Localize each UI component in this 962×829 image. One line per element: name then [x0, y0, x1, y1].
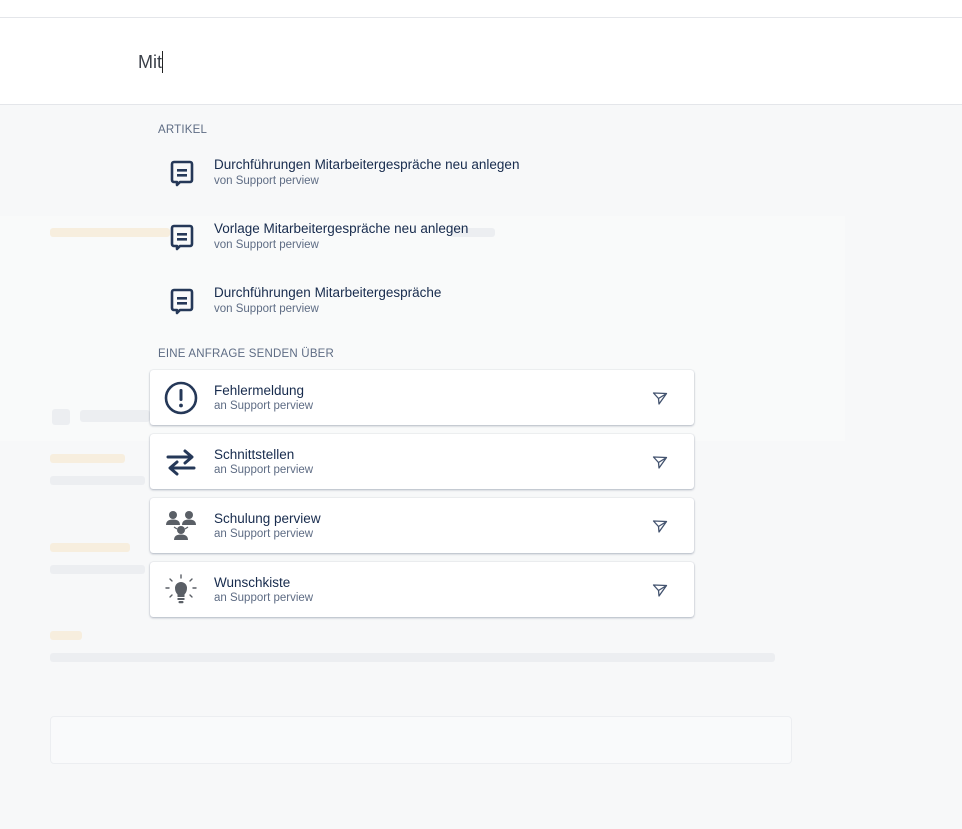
- request-type-recipient: an Support perview: [214, 464, 314, 476]
- article-item[interactable]: Durchführungen Mitarbeitergespräche neu …: [158, 148, 578, 200]
- request-type-title: Schnittstellen: [214, 447, 295, 462]
- article-author: von Support perview: [214, 175, 319, 187]
- text-caret: [162, 51, 163, 73]
- background-text: [50, 565, 145, 574]
- request-type-title: Wunschkiste: [214, 575, 291, 590]
- send-icon: [652, 456, 668, 469]
- request-type-recipient: an Support perview: [214, 528, 314, 540]
- article-author: von Support perview: [214, 239, 319, 251]
- requests-heading: EINE ANFRAGE SENDEN ÜBER: [158, 348, 335, 360]
- lightbulb-icon: [165, 574, 197, 604]
- request-type-wunschkiste[interactable]: Wunschkiste an Support perview: [150, 562, 694, 617]
- background-icon: [52, 409, 70, 425]
- top-strip: [0, 0, 962, 18]
- send-icon: [652, 584, 668, 597]
- background-text: [50, 653, 775, 662]
- request-type-fehlermeldung[interactable]: Fehlermeldung an Support perview: [150, 370, 694, 425]
- article-icon: [170, 288, 194, 315]
- request-type-title: Fehlermeldung: [214, 383, 305, 398]
- article-item[interactable]: Vorlage Mitarbeitergespräche neu anlegen…: [158, 212, 578, 264]
- background-text: [50, 454, 125, 463]
- background-text: [50, 543, 130, 552]
- article-icon: [170, 224, 194, 251]
- article-author: von Support perview: [214, 303, 319, 315]
- background-text: [50, 476, 145, 485]
- exclamation-circle-icon: [164, 381, 198, 415]
- background-text: [80, 410, 150, 422]
- search-input[interactable]: [136, 48, 740, 76]
- article-title: Durchführungen Mitarbeitergespräche: [214, 285, 442, 300]
- send-icon: [652, 392, 668, 405]
- request-type-recipient: an Support perview: [214, 592, 314, 604]
- background-input: [50, 716, 792, 764]
- article-item[interactable]: Durchführungen Mitarbeitergespräche von …: [158, 276, 578, 328]
- article-title: Vorlage Mitarbeitergespräche neu anlegen: [214, 221, 469, 236]
- background-text: [50, 228, 170, 237]
- search-bar: [0, 18, 962, 105]
- people-group-icon: [166, 511, 196, 540]
- request-type-schnittstellen[interactable]: Schnittstellen an Support perview: [150, 434, 694, 489]
- request-type-schulung[interactable]: Schulung perview an Support perview: [150, 498, 694, 553]
- articles-heading: ARTIKEL: [158, 124, 208, 136]
- send-icon: [652, 520, 668, 533]
- swap-arrows-icon: [166, 449, 196, 476]
- article-icon: [170, 160, 194, 187]
- article-title: Durchführungen Mitarbeitergespräche neu …: [214, 157, 520, 172]
- background-text: [50, 631, 82, 640]
- request-type-recipient: an Support perview: [214, 400, 314, 412]
- request-type-title: Schulung perview: [214, 511, 321, 526]
